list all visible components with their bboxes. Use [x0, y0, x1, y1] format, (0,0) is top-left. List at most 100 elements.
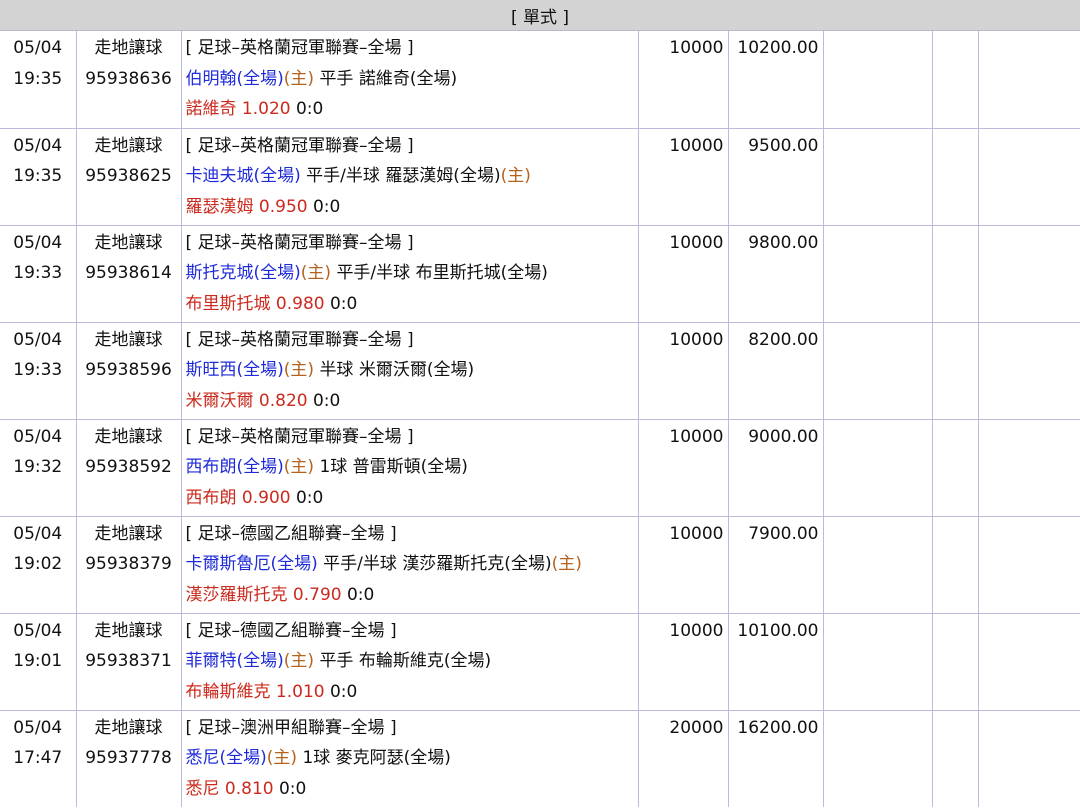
league-name: [ 足球–英格蘭冠軍聯賽–全場 ] — [185, 426, 414, 447]
bet-date: 05/04 — [13, 232, 63, 253]
team2-name: 羅瑟漢姆(全場) — [385, 166, 501, 187]
empty-cell — [978, 128, 1080, 226]
payout-cell: 9800.00 — [728, 225, 824, 323]
pick-line: 諾維奇 1.020 0:0 — [186, 94, 638, 125]
bet-id: 95938636 — [85, 68, 172, 89]
type-cell: 走地讓球 95938614 — [76, 225, 182, 323]
date-cell: 05/04 19:35 — [0, 31, 77, 129]
bet-time: 19:33 — [13, 263, 63, 284]
bet-type: 走地讓球 — [94, 135, 163, 156]
league-name: [ 足球–英格蘭冠軍聯賽–全場 ] — [185, 232, 414, 253]
pick-odds: 0.810 — [224, 778, 274, 799]
league-name: [ 足球–德國乙組聯賽–全場 ] — [185, 523, 397, 544]
pick-line: 米爾沃爾 0.820 0:0 — [186, 386, 638, 417]
match-line: 悉尼(全場)(主) 1球 麥克阿瑟(全場) — [186, 743, 638, 774]
payout-amount: 7900.00 — [748, 523, 819, 544]
date-cell: 05/04 19:32 — [0, 419, 77, 517]
empty-cell — [932, 613, 979, 711]
league-name: [ 足球–英格蘭冠軍聯賽–全場 ] — [185, 38, 414, 58]
team2-name: 麥克阿瑟(全場) — [335, 748, 451, 769]
match-line: 卡爾斯魯厄(全場) 平手/半球 漢莎羅斯托克(全場)(主) — [186, 549, 638, 580]
stake-amount: 10000 — [669, 135, 724, 156]
bet-type: 走地讓球 — [94, 426, 163, 447]
bet-row: 05/04 19:33 走地讓球 95938614 [ 足球–英格蘭冠軍聯賽–全場 ] 斯… — [0, 225, 1080, 323]
type-cell: 走地讓球 95938371 — [76, 613, 182, 711]
empty-cell — [823, 128, 933, 226]
bet-time: 19:33 — [13, 360, 63, 381]
team2-name: 漢莎羅斯托克(全場) — [402, 554, 552, 575]
bet-table: 05/04 19:35 走地讓球 95938636 [ 足球–英格蘭冠軍聯賽–全場 ] 伯… — [0, 31, 1080, 807]
handicap: 平手 — [319, 68, 354, 89]
bet-time: 19:35 — [13, 166, 63, 187]
score: 0:0 — [295, 487, 324, 508]
payout-cell: 16200.00 — [728, 710, 824, 807]
stake-amount: 10000 — [669, 232, 724, 253]
pick-odds: 0.980 — [275, 293, 325, 314]
stake-amount: 10000 — [669, 329, 724, 350]
bet-time: 19:35 — [13, 68, 63, 89]
stake-cell: 10000 — [638, 516, 729, 614]
empty-cell — [932, 419, 979, 517]
type-cell: 走地讓球 95938592 — [76, 419, 182, 517]
bet-time: 19:02 — [13, 554, 63, 575]
bet-id: 95938596 — [85, 360, 172, 381]
team1-home-mark: (主) — [283, 651, 315, 672]
section-header: [ 單式 ] — [0, 0, 1080, 31]
team1-home-mark: (主) — [300, 263, 332, 284]
bet-id: 95938614 — [85, 263, 172, 284]
bet-row: 05/04 19:01 走地讓球 95938371 [ 足球–德國乙組聯賽–全場 ] 菲爾… — [0, 613, 1080, 711]
date-cell: 05/04 19:01 — [0, 613, 77, 711]
match-line: 卡迪夫城(全場) 平手/半球 羅瑟漢姆(全場)(主) — [186, 161, 638, 192]
date-cell: 05/04 17:47 — [0, 710, 77, 807]
date-cell: 05/04 19:35 — [0, 128, 77, 226]
stake-amount: 20000 — [669, 717, 724, 738]
empty-cell — [823, 419, 933, 517]
team1-home-mark: (主) — [283, 457, 315, 478]
empty-cell — [978, 613, 1080, 711]
team1-name: 卡爾斯魯厄(全場) — [185, 554, 318, 575]
bet-time: 17:47 — [13, 748, 63, 769]
pick-odds: 1.020 — [241, 99, 291, 120]
pick-team: 布輪斯維克 — [185, 681, 271, 702]
pick-odds: 1.010 — [275, 681, 325, 702]
pick-team: 米爾沃爾 — [185, 390, 254, 411]
team1-name: 西布朗(全場) — [185, 457, 284, 478]
payout-cell: 10200.00 — [728, 31, 824, 129]
pick-odds: 0.900 — [241, 487, 291, 508]
pick-line: 布里斯托城 0.980 0:0 — [186, 289, 638, 320]
stake-amount: 10000 — [669, 523, 724, 544]
stake-cell: 10000 — [638, 31, 729, 129]
stake-cell: 10000 — [638, 419, 729, 517]
team1-home-mark: (主) — [266, 748, 298, 769]
detail-cell: [ 足球–英格蘭冠軍聯賽–全場 ] 卡迪夫城(全場) 平手/半球 羅瑟漢姆(全場)… — [181, 128, 639, 226]
detail-cell: [ 足球–德國乙組聯賽–全場 ] 菲爾特(全場)(主) 平手 布輪斯維克(全場) 布… — [181, 613, 639, 711]
empty-cell — [932, 710, 979, 807]
empty-cell — [823, 516, 933, 614]
league-name: [ 足球–澳洲甲組聯賽–全場 ] — [185, 717, 397, 738]
pick-team: 諾維奇 — [185, 99, 237, 120]
score: 0:0 — [278, 778, 307, 799]
bet-row: 05/04 17:47 走地讓球 95937778 [ 足球–澳洲甲組聯賽–全場 ] 悉尼… — [0, 710, 1080, 807]
team2-name: 布輪斯維克(全場) — [358, 651, 492, 672]
bet-type: 走地讓球 — [94, 717, 163, 738]
stake-cell: 20000 — [638, 710, 729, 807]
score: 0:0 — [312, 390, 341, 411]
bet-date: 05/04 — [13, 523, 63, 544]
payout-cell: 7900.00 — [728, 516, 824, 614]
detail-cell: [ 足球–英格蘭冠軍聯賽–全場 ] 斯旺西(全場)(主) 半球 米爾沃爾(全場) 米… — [181, 322, 639, 420]
pick-team: 羅瑟漢姆 — [185, 196, 254, 217]
bet-row: 05/04 19:32 走地讓球 95938592 [ 足球–英格蘭冠軍聯賽–全場 ] 西… — [0, 419, 1080, 517]
bet-type: 走地讓球 — [94, 523, 163, 544]
empty-cell — [932, 31, 979, 129]
payout-amount: 9000.00 — [748, 426, 819, 447]
detail-cell: [ 足球–英格蘭冠軍聯賽–全場 ] 伯明翰(全場)(主) 平手 諾維奇(全場) 諾維… — [181, 31, 639, 129]
stake-cell: 10000 — [638, 322, 729, 420]
bet-row: 05/04 19:33 走地讓球 95938596 [ 足球–英格蘭冠軍聯賽–全場 ] 斯… — [0, 322, 1080, 420]
type-cell: 走地讓球 95937778 — [76, 710, 182, 807]
match-line: 菲爾特(全場)(主) 平手 布輪斯維克(全場) — [186, 646, 638, 677]
stake-cell: 10000 — [638, 613, 729, 711]
bet-id: 95938625 — [85, 166, 172, 187]
team1-name: 伯明翰(全場) — [185, 68, 284, 89]
payout-amount: 9500.00 — [748, 135, 819, 156]
bet-row: 05/04 19:02 走地讓球 95938379 [ 足球–德國乙組聯賽–全場 ] 卡爾… — [0, 516, 1080, 614]
